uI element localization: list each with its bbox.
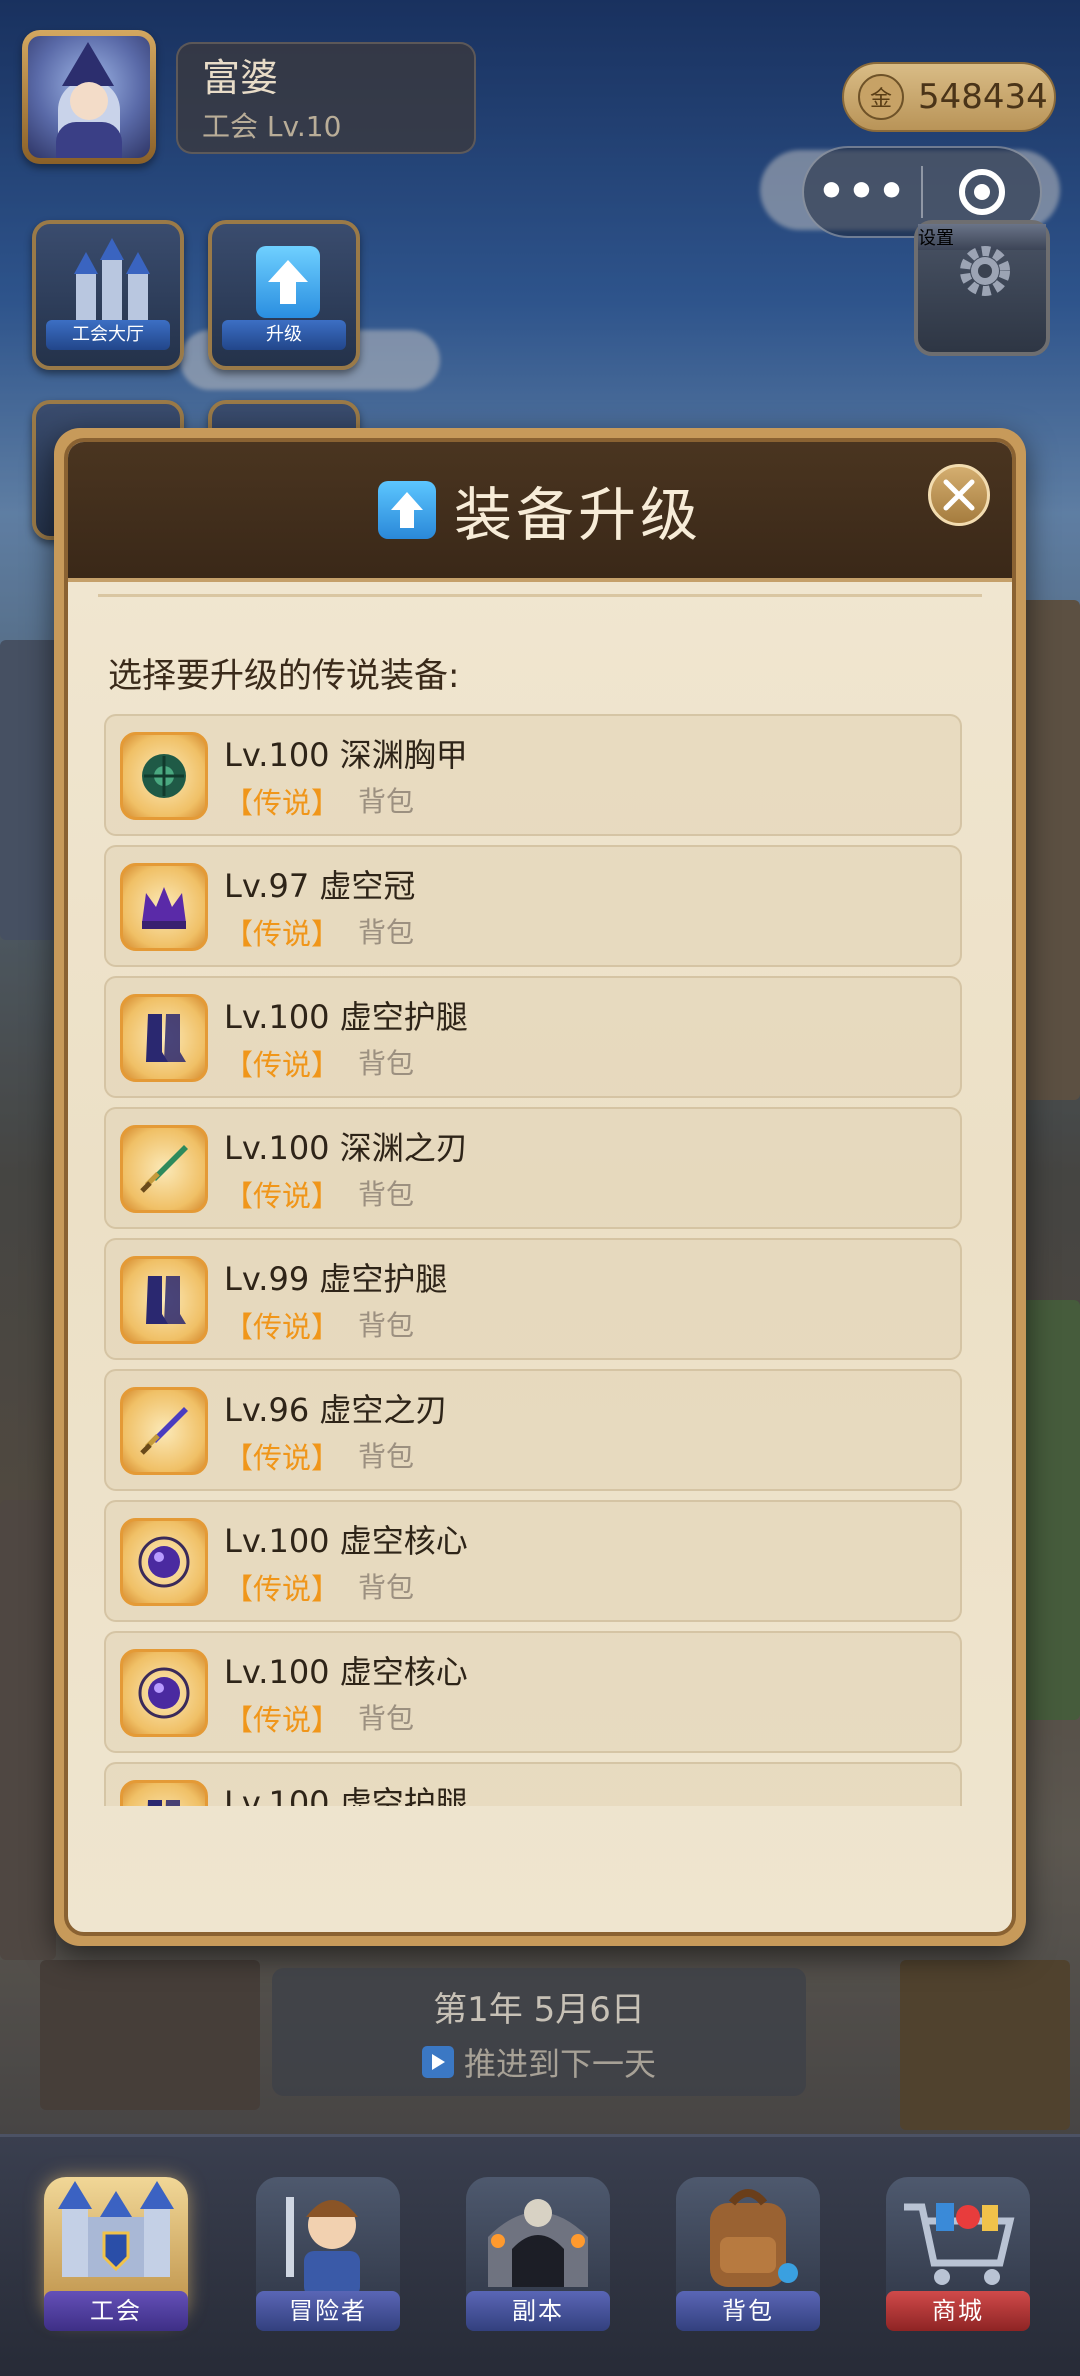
nav-dungeon-label: 副本 bbox=[466, 2291, 610, 2331]
upgrade-label: 升级 bbox=[222, 320, 346, 350]
advance-day-label: 推进到下一天 bbox=[463, 2045, 656, 2083]
equipment-item[interactable]: Lv.100 虚空核心【传说】 背包 bbox=[104, 1631, 962, 1753]
equipment-name: Lv.100 虚空护腿 bbox=[224, 998, 468, 1036]
target-icon bbox=[958, 169, 1005, 215]
dialog-header: 装备升级 bbox=[68, 442, 1012, 582]
void-leggings-icon bbox=[120, 1256, 208, 1344]
rarity-tag: 【传说】 bbox=[224, 1310, 341, 1344]
nav-adventurers[interactable]: 冒险者 bbox=[246, 2167, 410, 2337]
abyss-chestplate-icon bbox=[120, 732, 208, 820]
equipment-name: Lv.97 虚空冠 bbox=[224, 867, 416, 905]
equipment-upgrade-dialog: 装备升级 选择要升级的传说装备: Lv.100 深渊胸甲 【传说】 背包 Lv.97 … bbox=[54, 428, 1026, 1946]
equipment-item[interactable]: Lv.100 深渊胸甲【传说】 背包 bbox=[104, 714, 962, 836]
location-tag: 背包 bbox=[358, 785, 415, 818]
nav-guild-label: 工会 bbox=[44, 2291, 188, 2331]
equipment-list[interactable]: Lv.100 深渊胸甲 【传说】 背包 Lv.97 虚空冠 【传说】 背包 Lv.100 虚… bbox=[104, 714, 962, 1806]
location-tag: 背包 bbox=[358, 1702, 415, 1735]
date-panel: 第1年 5月6日 推进到下一天 bbox=[272, 1968, 806, 2096]
equipment-item[interactable]: Lv.99 虚空护腿【传说】 背包 bbox=[104, 1238, 962, 1360]
play-icon bbox=[421, 2046, 454, 2078]
equipment-name: Lv.100 虚空核心 bbox=[224, 1522, 468, 1560]
guild-hall-label: 工会大厅 bbox=[46, 320, 170, 350]
rarity-tag: 【传说】 bbox=[224, 1048, 341, 1082]
gear-icon bbox=[960, 246, 1010, 296]
location-tag: 背包 bbox=[358, 1440, 415, 1473]
nav-dungeon[interactable]: 副本 bbox=[456, 2167, 620, 2337]
rarity-tag: 【传说】 bbox=[224, 917, 341, 951]
nav-backpack[interactable]: 背包 bbox=[666, 2167, 830, 2337]
rarity-tag: 【传说】 bbox=[224, 1572, 341, 1606]
nav-adventurers-label: 冒险者 bbox=[256, 2291, 400, 2331]
rarity-tag: 【传说】 bbox=[224, 1703, 341, 1737]
equipment-item[interactable]: Lv.96 虚空之刃【传说】 背包 bbox=[104, 1369, 962, 1491]
equipment-name: Lv.100 虚空护腿 bbox=[224, 1784, 468, 1806]
close-button[interactable] bbox=[928, 464, 990, 526]
bottom-navigation: 工会 冒险者 副本 背包 商城 bbox=[0, 2134, 1080, 2376]
dialog-panel: 装备升级 选择要升级的传说装备: Lv.100 深渊胸甲 【传说】 背包 Lv.97 … bbox=[64, 438, 1016, 1936]
equipment-name: Lv.100 深渊之刃 bbox=[224, 1129, 468, 1167]
equipment-item[interactable]: Lv.97 虚空冠【传说】 背包 bbox=[104, 845, 962, 967]
close-icon bbox=[943, 479, 975, 511]
nav-guild[interactable]: 工会 bbox=[34, 2167, 198, 2337]
guild-hall-tile[interactable]: 工会大厅 bbox=[32, 220, 184, 370]
location-tag: 背包 bbox=[358, 1178, 415, 1211]
player-name: 富婆 bbox=[202, 56, 279, 100]
current-date: 第1年 5月6日 bbox=[433, 1990, 645, 2030]
void-leggings-icon bbox=[120, 1780, 208, 1806]
abyss-blade-icon bbox=[120, 1125, 208, 1213]
void-leggings-icon bbox=[120, 994, 208, 1082]
nav-shop[interactable]: 商城 bbox=[876, 2167, 1040, 2337]
guild-level: 工会 Lv.10 bbox=[202, 110, 342, 143]
location-tag: 背包 bbox=[358, 1571, 415, 1604]
location-tag: 背包 bbox=[358, 916, 415, 949]
rarity-tag: 【传说】 bbox=[224, 1441, 341, 1475]
gold-amount: 548434 bbox=[918, 77, 1048, 117]
arrow-up-icon bbox=[256, 246, 320, 318]
equipment-item[interactable]: Lv.100 虚空护腿【传说】背包 bbox=[104, 1762, 962, 1806]
equipment-name: Lv.100 深渊胸甲 bbox=[224, 736, 468, 774]
dialog-title: 装备升级 bbox=[453, 481, 702, 549]
nav-shop-label: 商城 bbox=[886, 2291, 1030, 2331]
equipment-name: Lv.100 虚空核心 bbox=[224, 1653, 468, 1691]
witch-portrait bbox=[28, 36, 150, 158]
void-crown-icon bbox=[120, 863, 208, 951]
upgrade-tile[interactable]: 升级 bbox=[208, 220, 360, 370]
void-core-icon bbox=[120, 1649, 208, 1737]
equipment-item[interactable]: Lv.100 虚空核心【传说】 背包 bbox=[104, 1500, 962, 1622]
equipment-name: Lv.99 虚空护腿 bbox=[224, 1260, 448, 1298]
player-avatar[interactable] bbox=[22, 30, 156, 164]
gold-coin-icon: 金 bbox=[858, 74, 904, 120]
void-blade-icon bbox=[120, 1387, 208, 1475]
player-info-card[interactable]: 富婆 工会 Lv.10 bbox=[176, 42, 476, 154]
void-core-icon bbox=[120, 1518, 208, 1606]
settings-button[interactable]: 设置 bbox=[914, 220, 1050, 356]
nav-backpack-label: 背包 bbox=[676, 2291, 820, 2331]
divider bbox=[98, 594, 982, 597]
equipment-name: Lv.96 虚空之刃 bbox=[224, 1391, 448, 1429]
location-tag: 背包 bbox=[358, 1047, 415, 1080]
rarity-tag: 【传说】 bbox=[224, 1179, 341, 1213]
gold-balance: 金 548434 bbox=[842, 62, 1056, 132]
selection-prompt: 选择要升级的传说装备: bbox=[108, 656, 460, 696]
equipment-item[interactable]: Lv.100 虚空护腿【传说】背包 bbox=[104, 976, 962, 1098]
equipment-item[interactable]: Lv.100 深渊之刃【传说】 背包 bbox=[104, 1107, 962, 1229]
more-menu-button[interactable]: ••• bbox=[804, 170, 921, 214]
location-tag: 背包 bbox=[358, 1309, 415, 1342]
castle-icon bbox=[74, 238, 150, 324]
rarity-tag: 【传说】 bbox=[224, 786, 341, 820]
advance-day-button[interactable]: 推进到下一天 bbox=[272, 2039, 806, 2085]
close-miniprogram-button[interactable] bbox=[923, 169, 1040, 215]
upgrade-arrow-icon bbox=[377, 481, 436, 539]
